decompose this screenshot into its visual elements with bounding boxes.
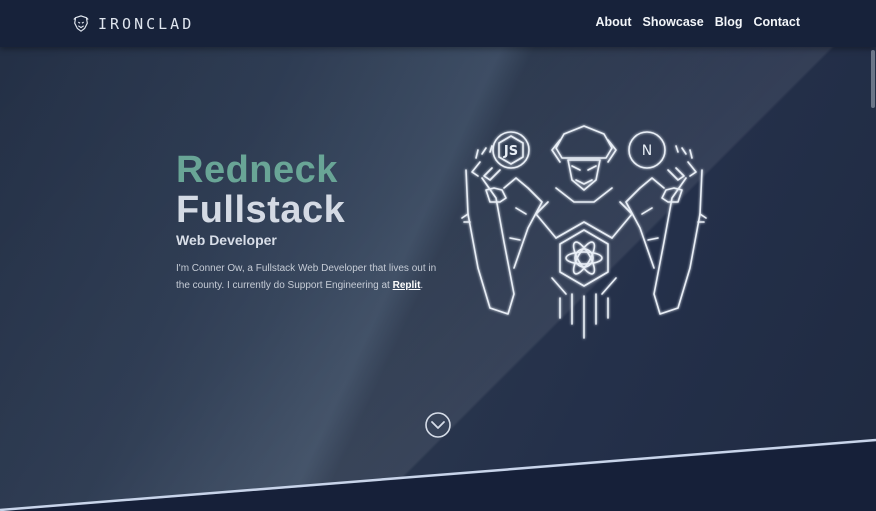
nav-link-blog[interactable]: Blog [715, 15, 743, 29]
scroll-down-button[interactable] [424, 411, 452, 439]
hero-text: Redneck Fullstack Web Developer I'm Conn… [176, 150, 466, 294]
nav-links: About Showcase Blog Contact [595, 15, 800, 29]
hero-title-line1: Redneck [176, 149, 338, 191]
intro-end: . [420, 280, 424, 291]
hero-intro: I'm Conner Ow, a Fullstack Web Developer… [176, 260, 451, 294]
scrollbar-thumb[interactable] [871, 50, 875, 108]
chevron-down-icon [431, 421, 445, 429]
section-divider [0, 438, 876, 511]
brand-name: IRONCLAD [98, 15, 195, 33]
robot-illustration: JS N [461, 125, 707, 339]
nav-link-contact[interactable]: Contact [753, 15, 800, 29]
nav-link-about[interactable]: About [595, 15, 631, 29]
replit-link[interactable]: Replit [393, 280, 421, 291]
brand[interactable]: IRONCLAD [72, 13, 194, 35]
brand-logo-icon [73, 15, 89, 32]
js-badge-label: JS [503, 144, 518, 159]
navbar: IRONCLAD About Showcase Blog Contact [0, 0, 876, 47]
hero-title-line2: Fullstack [176, 189, 346, 231]
nav-link-showcase[interactable]: Showcase [643, 15, 704, 29]
hero-subtitle: Web Developer [176, 232, 277, 248]
n-badge-label: N [642, 143, 652, 159]
